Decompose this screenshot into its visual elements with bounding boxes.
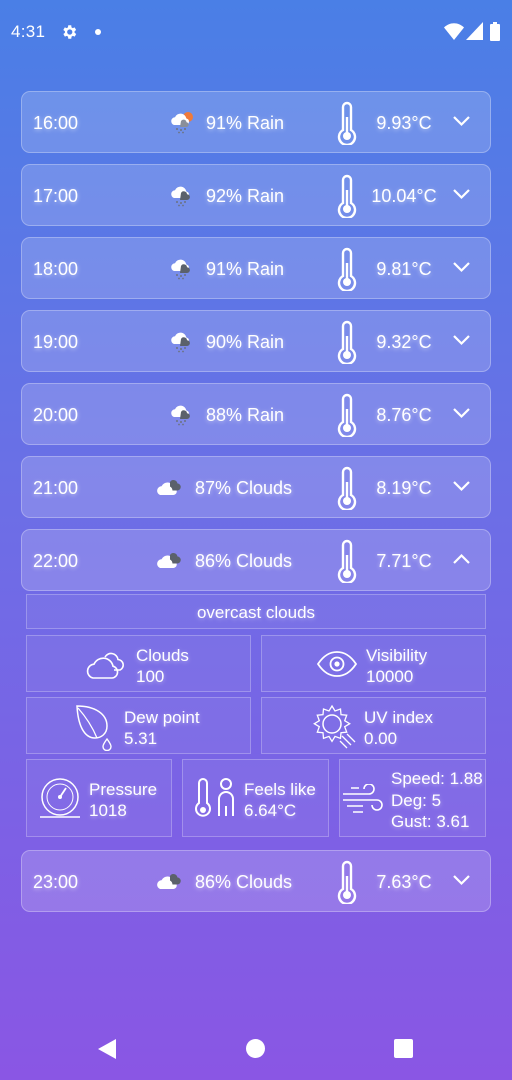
gauge-icon [40,778,80,818]
forecast-condition: 86% Clouds [195,551,293,571]
thermometer-person-icon [195,778,234,817]
forecast-card[interactable]: 18:00 91% Rain 9.81°C [21,237,491,299]
dew-point-detail: Dew point 5.31 [26,697,251,754]
weather-description: overcast clouds [26,594,486,629]
forecast-temp: 8.76°C [376,405,432,425]
thermometer-icon [337,539,357,583]
thermometer-icon [337,101,357,145]
gear-icon [63,25,77,39]
forecast-card[interactable]: 17:00 92% Rain 10.04°C [21,164,491,226]
wifi-icon [444,23,464,40]
eye-icon [316,651,358,677]
chevron-down-icon[interactable] [452,406,471,420]
uv-index-label: UV index [364,708,433,727]
status-bar: 4:31 [0,0,512,64]
clouds-detail: Clouds 100 [26,635,251,692]
status-time: 4:31 [11,22,46,41]
cloud-outline-icon [86,652,124,679]
forecast-condition: 91% Rain [206,259,285,279]
forecast-condition: 91% Rain [206,113,285,133]
clouds-label: Clouds [136,646,189,665]
forecast-temp: 7.71°C [376,551,432,571]
forecast-condition: 88% Rain [206,405,285,425]
forecast-condition: 92% Rain [206,186,285,206]
rain-cloud-icon [171,259,190,280]
clouds-icon [157,553,181,568]
forecast-card[interactable]: 21:00 87% Clouds 8.19°C [21,456,491,518]
forecast-card[interactable]: 16:00 91% Rain 9.93°C [21,91,491,153]
signal-icon [466,22,483,40]
forecast-time: 19:00 [33,332,79,352]
forecast-card[interactable]: 23:00 86% Clouds 7.63°C [21,850,491,912]
home-icon[interactable] [246,1039,265,1058]
dew-point-label: Dew point [124,708,200,727]
description-text: overcast clouds [196,603,316,622]
forecast-temp: 9.81°C [376,259,432,279]
forecast-temp: 9.32°C [376,332,432,352]
pressure-detail: Pressure 1018 [26,759,172,837]
feels-like-value: 6.64°C [244,801,297,820]
forecast-card[interactable]: 20:00 88% Rain 8.76°C [21,383,491,445]
forecast-temp: 9.93°C [376,113,432,133]
chevron-down-icon[interactable] [452,114,471,128]
thermometer-icon [337,174,357,218]
rain-cloud-icon [171,405,190,426]
clouds-icon [157,874,181,889]
rain-sun-icon [171,112,193,134]
thermometer-icon [337,393,357,437]
uv-index-value: 0.00 [364,729,398,748]
clouds-value: 100 [136,667,165,686]
uv-index-detail: UV index 0.00 [261,697,486,754]
wind-gust: Gust: 3.61 [391,812,470,831]
feels-like-label: Feels like [244,780,316,799]
chevron-down-icon[interactable] [452,873,471,887]
forecast-time: 18:00 [33,259,79,279]
forecast-temp: 10.04°C [371,186,437,206]
forecast-card[interactable]: 19:00 90% Rain 9.32°C [21,310,491,372]
dew-point-value: 5.31 [124,729,158,748]
thermometer-icon [337,860,357,904]
battery-icon [490,22,500,41]
chevron-down-icon[interactable] [452,187,471,201]
wind-detail: Speed: 1.88 Deg: 5 Gust: 3.61 [339,759,486,837]
forecast-time: 23:00 [33,872,79,892]
clouds-icon [157,480,181,495]
chevron-down-icon[interactable] [452,333,471,347]
forecast-condition: 87% Clouds [195,478,293,498]
forecast-temp: 8.19°C [376,478,432,498]
visibility-detail: Visibility 10000 [261,635,486,692]
wind-speed: Speed: 1.88 [391,769,483,788]
thermometer-icon [337,320,357,364]
forecast-time: 17:00 [33,186,79,206]
forecast-time: 16:00 [33,113,79,133]
forecast-temp: 7.63°C [376,872,432,892]
notification-dot-icon [95,29,101,35]
wind-deg: Deg: 5 [391,791,442,810]
wind-icon [343,784,383,813]
pressure-value: 1018 [89,801,127,820]
forecast-time: 22:00 [33,551,79,571]
forecast-card-expanded[interactable]: 22:00 86% Clouds 7.71°C [21,529,491,591]
back-icon[interactable] [96,1037,118,1061]
thermometer-icon [337,247,357,291]
forecast-time: 21:00 [33,478,79,498]
chevron-up-icon[interactable] [452,552,471,566]
forecast-condition: 86% Clouds [195,872,293,892]
visibility-label: Visibility [366,646,428,665]
forecast-condition: 90% Rain [206,332,285,352]
recents-icon[interactable] [394,1039,413,1058]
forecast-time: 20:00 [33,405,79,425]
rain-cloud-icon [171,186,190,207]
leaf-droplet-icon [76,705,112,751]
rain-cloud-icon [171,332,190,353]
visibility-value: 10000 [366,667,414,686]
pressure-label: Pressure [89,780,158,799]
chevron-down-icon[interactable] [452,260,471,274]
feels-like-detail: Feels like 6.64°C [182,759,329,837]
chevron-down-icon[interactable] [452,479,471,493]
uv-sun-icon [313,704,356,749]
thermometer-icon [337,466,357,510]
